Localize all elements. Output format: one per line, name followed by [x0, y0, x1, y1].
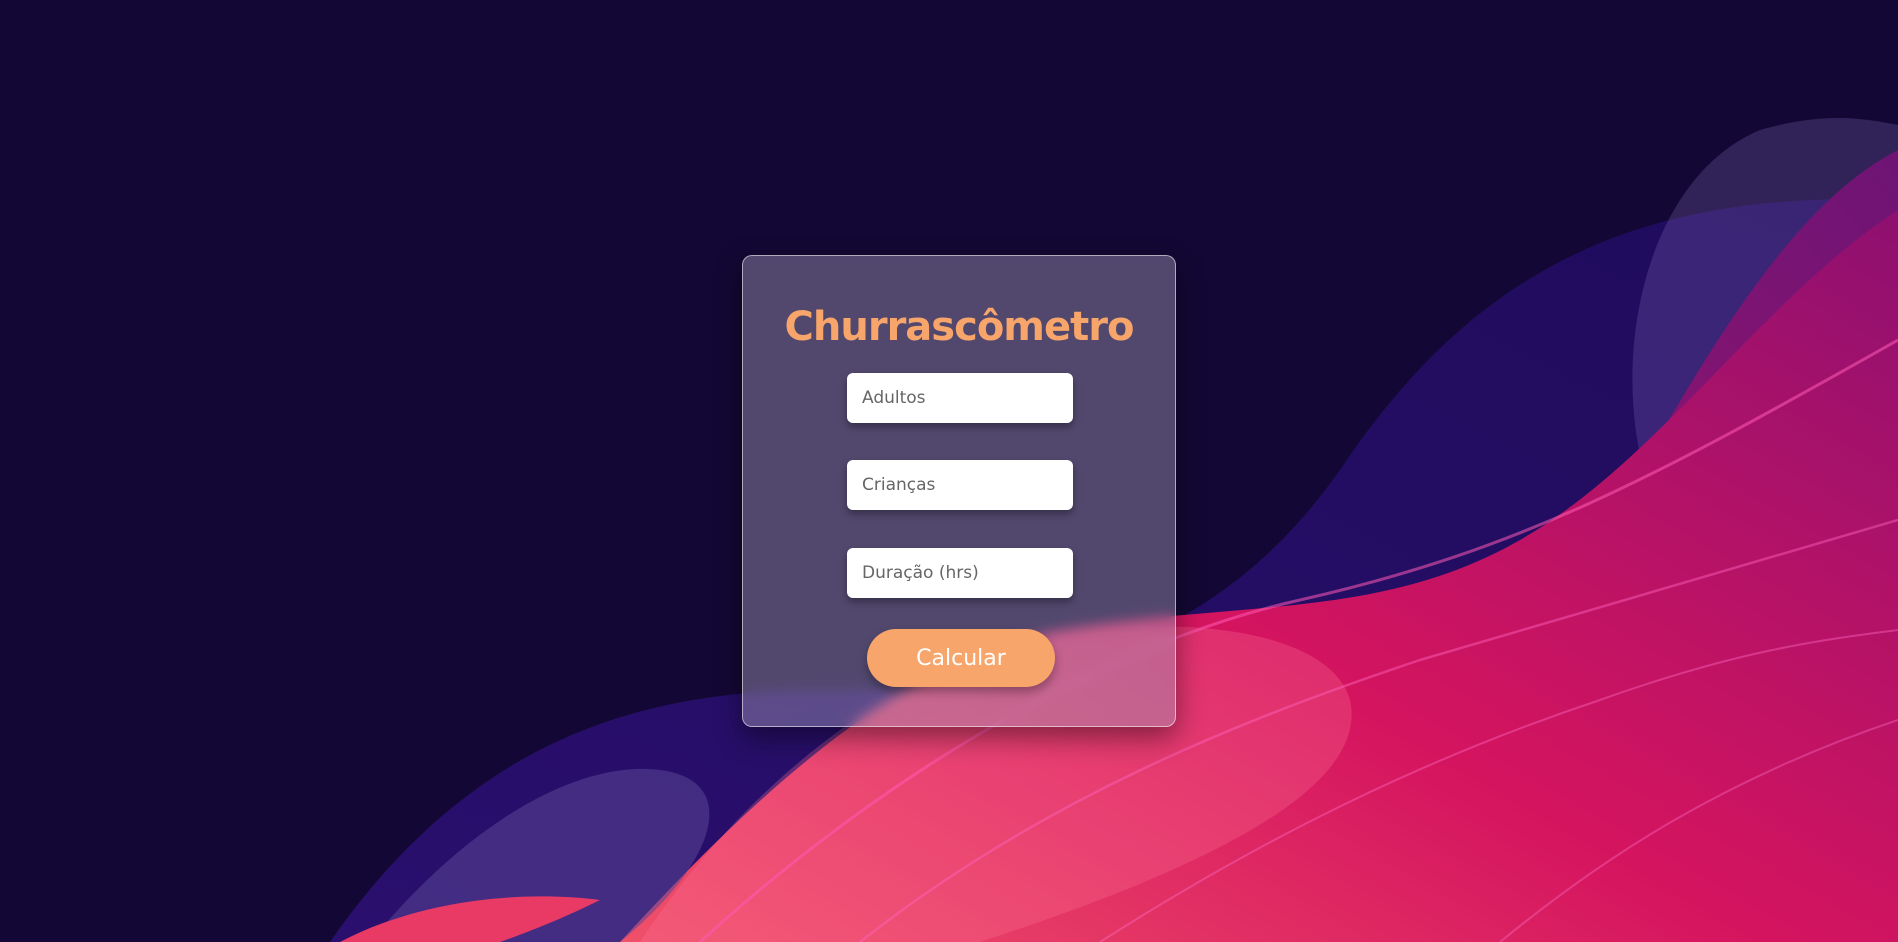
calculate-button[interactable]: Calcular — [867, 629, 1055, 687]
adults-input[interactable] — [847, 373, 1073, 423]
app-title: Churrascômetro — [784, 304, 1135, 350]
children-input[interactable] — [847, 460, 1073, 510]
calculator-card: Churrascômetro Calcular — [742, 255, 1176, 727]
duration-input[interactable] — [847, 548, 1073, 598]
